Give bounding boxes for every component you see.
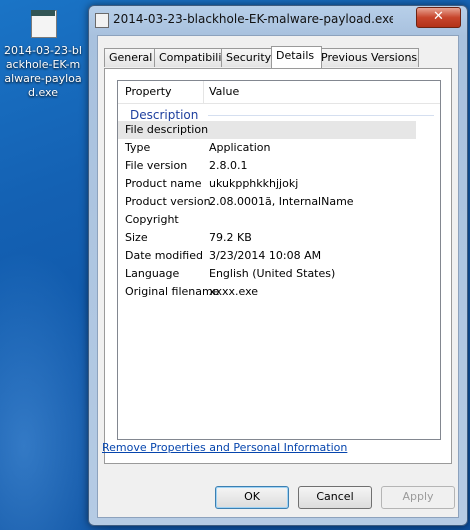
detail-row[interactable]: Copyright — [118, 211, 440, 229]
property-value: Application — [209, 141, 271, 154]
detail-row[interactable]: Product version 2.08.0001ã, InternalName — [118, 193, 440, 211]
detail-row[interactable]: Product name ukukpphkkhjjokj — [118, 175, 440, 193]
detail-row[interactable]: Original filename xxxx.exe — [118, 283, 440, 301]
detail-row[interactable]: File description — [118, 121, 416, 139]
property-name: Size — [125, 231, 148, 244]
property-value: ukukpphkkhjjokj — [209, 177, 299, 190]
tab-previous-versions[interactable]: Previous Versions — [316, 48, 419, 67]
list-header: Property Value — [118, 81, 440, 104]
property-value: English (United States) — [209, 267, 336, 280]
detail-row[interactable]: Date modified 3/23/2014 10:08 AM — [118, 247, 440, 265]
property-value: 3/23/2014 10:08 AM — [209, 249, 322, 262]
property-value: xxxx.exe — [209, 285, 259, 298]
group-divider — [208, 115, 434, 116]
column-separator[interactable] — [203, 81, 204, 103]
window-title: 2014-03-23-blackhole-EK-malware-payload.… — [113, 12, 393, 26]
property-name: Original filename — [125, 285, 220, 298]
property-value: 2.08.0001ã, InternalName — [209, 195, 354, 208]
title-bar[interactable]: 2014-03-23-blackhole-EK-malware-payload.… — [89, 6, 467, 34]
tab-security[interactable]: Security — [221, 48, 277, 67]
detail-row[interactable]: Language English (United States) — [118, 265, 440, 283]
property-name: Language — [125, 267, 180, 280]
details-list[interactable]: Property Value Description File descript… — [117, 80, 441, 440]
window-file-icon — [95, 13, 109, 28]
property-name: Type — [125, 141, 151, 154]
desktop-file-label: 2014-03-23-blackhole-EK-malware-payload.… — [4, 44, 82, 99]
detail-row[interactable]: File version 2.8.0.1 — [118, 157, 440, 175]
properties-window: 2014-03-23-blackhole-EK-malware-payload.… — [88, 5, 468, 526]
property-name: Product version — [125, 195, 211, 208]
apply-button[interactable]: Apply — [381, 486, 455, 509]
property-name: Copyright — [125, 213, 179, 226]
remove-properties-link[interactable]: Remove Properties and Personal Informati… — [102, 441, 347, 454]
column-property[interactable]: Property — [125, 85, 172, 98]
tab-general[interactable]: General — [104, 48, 160, 67]
desktop-file-icon[interactable]: 2014-03-23-blackhole-EK-malware-payload.… — [4, 8, 82, 100]
close-button[interactable]: ✕ — [416, 7, 461, 28]
tab-compatibility[interactable]: Compatibility — [154, 48, 232, 67]
property-name: Product name — [125, 177, 202, 190]
exe-file-icon — [29, 8, 57, 38]
detail-row[interactable]: Size 79.2 KB — [118, 229, 440, 247]
property-value: 2.8.0.1 — [209, 159, 248, 172]
cancel-button[interactable]: Cancel — [298, 486, 372, 509]
tab-details[interactable]: Details — [271, 46, 322, 68]
column-value[interactable]: Value — [209, 85, 239, 98]
property-name: File version — [125, 159, 188, 172]
property-value: 79.2 KB — [209, 231, 252, 244]
dialog-client: General Compatibility Security Details P… — [97, 35, 459, 518]
details-panel: Property Value Description File descript… — [104, 68, 452, 464]
property-name: Date modified — [125, 249, 203, 262]
group-description: Description — [130, 108, 199, 122]
ok-button[interactable]: OK — [215, 486, 289, 509]
detail-row[interactable]: Type Application — [118, 139, 440, 157]
property-name: File description — [125, 123, 209, 136]
